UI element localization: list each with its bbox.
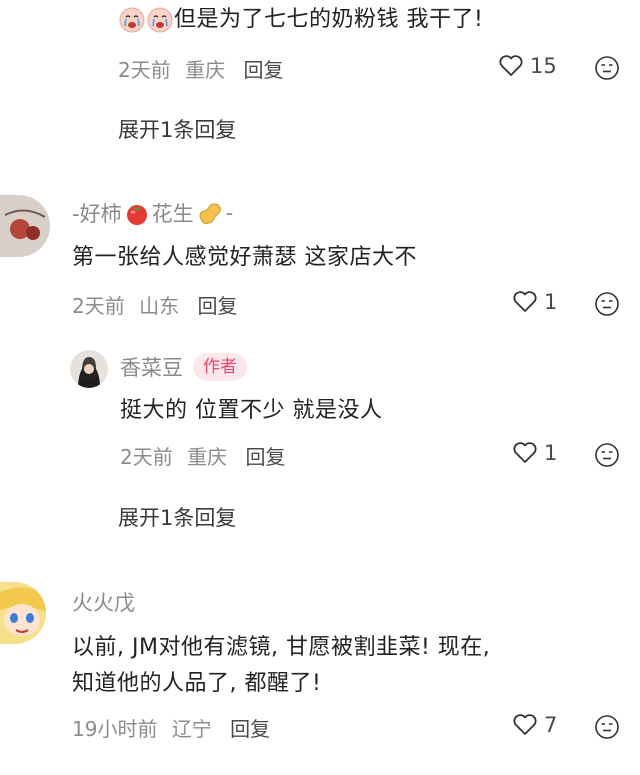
- comment-2-meta: 2天前 山东 回复: [72, 290, 237, 319]
- like-button[interactable]: 1: [512, 290, 557, 314]
- comment-time: 2天前: [118, 58, 171, 82]
- comment-2-author[interactable]: -好柿 花生 -: [72, 198, 233, 228]
- reply-meta: 2天前 重庆 回复: [120, 441, 285, 470]
- avatar-image: [0, 582, 46, 644]
- like-count: 7: [544, 713, 558, 737]
- reply-button[interactable]: 回复: [243, 58, 283, 82]
- reply-text: 挺大的 位置不少 就是没人: [120, 398, 383, 423]
- reply-button[interactable]: 回复: [245, 445, 285, 469]
- author-name[interactable]: 火火戊: [72, 587, 135, 617]
- author-name-suffix: -: [225, 201, 234, 225]
- author-badge: 作者: [193, 353, 247, 381]
- neutral-face-icon[interactable]: [594, 714, 620, 740]
- tomato-emoji: [126, 205, 147, 225]
- reply-button[interactable]: 回复: [230, 717, 270, 741]
- neutral-face-icon[interactable]: [594, 55, 620, 81]
- crying-face-emoji: [147, 7, 173, 33]
- comment-location: 重庆: [185, 58, 226, 82]
- like-count: 15: [530, 54, 557, 78]
- like-button[interactable]: 1: [512, 441, 557, 465]
- author-name-prefix: -好柿: [72, 202, 122, 226]
- neutral-face-icon[interactable]: [594, 442, 620, 468]
- heart-outline-icon: [499, 55, 523, 76]
- avatar[interactable]: [0, 582, 46, 644]
- reply-author[interactable]: 香菜豆 作者: [120, 352, 247, 382]
- expand-replies-button[interactable]: 展开1条回复: [118, 502, 236, 532]
- avatar-image: [0, 195, 50, 257]
- comment-text-line-1: 以前, JM对他有滤镜, 甘愿被割韭菜! 现在,: [72, 635, 491, 660]
- heart-outline-icon: [513, 714, 537, 735]
- avatar-image: [70, 350, 108, 388]
- expand-replies-button[interactable]: 展开1条回复: [118, 114, 236, 144]
- comment-location: 山东: [139, 294, 180, 318]
- comment-time: 2天前: [72, 294, 125, 318]
- comment-time: 19小时前: [72, 717, 158, 741]
- comment-time: 2天前: [120, 445, 173, 469]
- comment-3-meta: 19小时前 辽宁 回复: [72, 713, 270, 742]
- heart-outline-icon: [513, 291, 537, 312]
- like-count: 1: [544, 290, 558, 314]
- author-name-mid: 花生: [151, 202, 194, 226]
- comment-text-line-2: 知道他的人品了, 都醒了!: [72, 671, 322, 696]
- comment-1-text-row: 但是为了七七的奶粉钱 我干了!: [118, 2, 483, 38]
- comment-location: 辽宁: [171, 717, 212, 741]
- comment-location: 重庆: [187, 445, 228, 469]
- author-name: 香菜豆: [120, 356, 183, 380]
- crying-face-emoji: [119, 7, 145, 33]
- comment-text: 但是为了七七的奶粉钱 我干了!: [174, 7, 484, 32]
- neutral-face-icon[interactable]: [594, 291, 620, 317]
- comment-1-meta: 2天前 重庆 回复: [118, 54, 283, 83]
- like-count: 1: [544, 441, 558, 465]
- like-button[interactable]: 7: [512, 713, 557, 737]
- reply-button[interactable]: 回复: [197, 294, 237, 318]
- comment-text: 第一张给人感觉好萧瑟 这家店大不: [72, 245, 417, 270]
- avatar[interactable]: [0, 195, 50, 257]
- like-button[interactable]: 15: [498, 54, 557, 78]
- avatar[interactable]: [70, 350, 108, 388]
- heart-outline-icon: [513, 442, 537, 463]
- peanut-emoji: [199, 203, 221, 224]
